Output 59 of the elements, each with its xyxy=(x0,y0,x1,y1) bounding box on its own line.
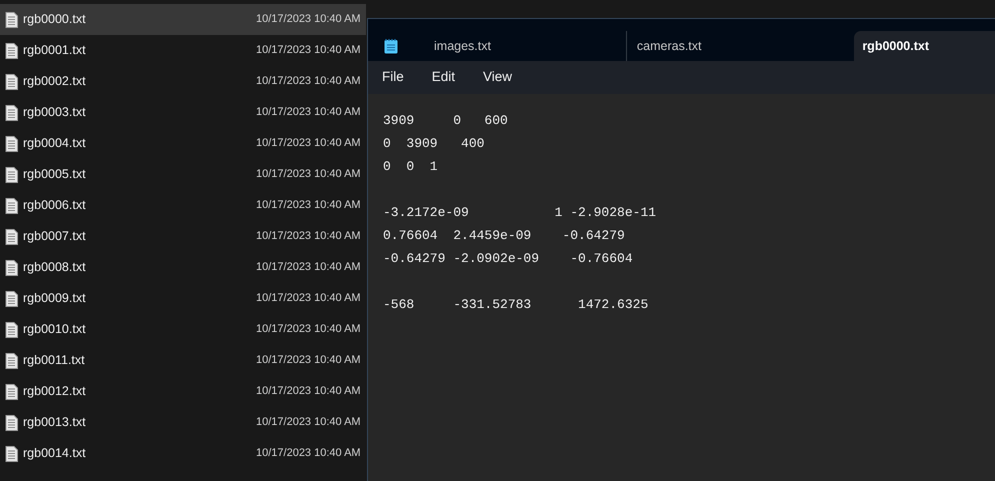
file-name: rgb0008.txt xyxy=(23,259,87,276)
text-line: 0.76604 2.4459e-09 -0.64279 xyxy=(383,227,625,245)
text-line: 3909 0 600 xyxy=(383,112,508,130)
document-icon xyxy=(5,414,18,430)
document-icon xyxy=(5,228,18,244)
tab[interactable]: images.txt xyxy=(406,31,626,61)
notepad-icon xyxy=(384,38,398,54)
file-name: rgb0004.txt xyxy=(23,135,87,152)
modified-date: 10/17/2023 10:40 AM xyxy=(256,353,361,368)
file-name: rgb0002.txt xyxy=(23,73,87,90)
menu-item[interactable]: File xyxy=(382,67,404,88)
file-name: rgb0013.txt xyxy=(23,414,87,432)
modified-date: 10/17/2023 10:40 AM xyxy=(256,322,361,338)
modified-date: 10/17/2023 10:40 AM xyxy=(256,446,361,462)
text-line: -568 -331.52783 1472.6325 xyxy=(383,296,648,314)
document-icon xyxy=(5,384,18,400)
file-name: rgb0014.txt xyxy=(23,445,87,462)
modified-date: 10/17/2023 10:40 AM xyxy=(256,198,361,214)
modified-date: 10/17/2023 10:40 AM xyxy=(256,74,361,90)
text-line: -3.2172e-09 1 -2.9028e-11 xyxy=(383,204,656,222)
document-icon xyxy=(5,12,18,28)
menu-item[interactable]: View xyxy=(483,67,512,88)
modified-date: 10/17/2023 10:40 AM xyxy=(256,291,361,306)
document-icon xyxy=(5,446,18,462)
document-icon xyxy=(5,352,18,368)
tab[interactable]: rgb0000.txt xyxy=(854,31,995,61)
modified-date: 10/17/2023 10:40 AM xyxy=(256,384,361,400)
modified-date: 10/17/2023 10:40 AM xyxy=(256,12,361,28)
file-name: rgb0010.txt xyxy=(23,321,87,338)
modified-date: 10/17/2023 10:40 AM xyxy=(256,167,361,182)
document-icon xyxy=(5,290,18,306)
file-name: rgb0000.txt xyxy=(23,11,87,28)
file-name: rgb0007.txt xyxy=(23,228,87,246)
text-line: 0 0 1 xyxy=(383,158,438,176)
document-icon xyxy=(5,136,18,152)
file-name: rgb0011.txt xyxy=(23,352,86,370)
file-name: rgb0012.txt xyxy=(23,383,87,400)
document-icon xyxy=(5,42,18,58)
modified-date: 10/17/2023 10:40 AM xyxy=(256,260,361,276)
text-line: -0.64279 -2.0902e-09 -0.76604 xyxy=(383,250,633,268)
modified-date: 10/17/2023 10:40 AM xyxy=(256,415,361,430)
file-row[interactable]: rgb0000.txt 10/17/2023 10:40 AM xyxy=(0,4,366,35)
file-name: rgb0003.txt xyxy=(23,104,87,122)
document-icon xyxy=(5,260,18,276)
document-icon xyxy=(5,74,18,90)
document-icon xyxy=(5,104,18,120)
modified-date: 10/17/2023 10:40 AM xyxy=(256,229,361,244)
file-name: rgb0001.txt xyxy=(23,42,87,60)
file-name: rgb0006.txt xyxy=(23,197,87,214)
file-name: rgb0005.txt xyxy=(23,166,87,184)
modified-date: 10/17/2023 10:40 AM xyxy=(256,105,361,120)
modified-date: 10/17/2023 10:40 AM xyxy=(256,43,361,58)
file-name: rgb0009.txt xyxy=(23,290,87,308)
document-icon xyxy=(5,166,18,182)
document-icon xyxy=(5,198,18,214)
document-icon xyxy=(5,322,18,338)
menu-item[interactable]: Edit xyxy=(432,67,456,88)
modified-date: 10/17/2023 10:40 AM xyxy=(256,136,361,152)
text-line: 0 3909 400 xyxy=(383,135,484,153)
